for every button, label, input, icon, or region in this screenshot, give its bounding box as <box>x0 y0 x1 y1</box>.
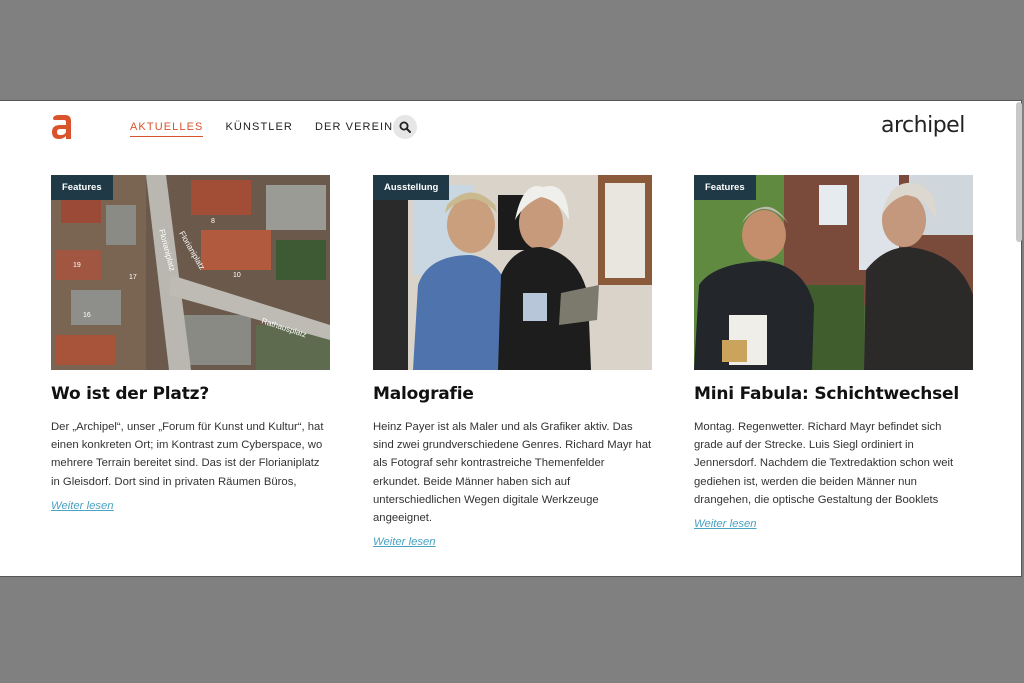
read-more-link[interactable]: Weiter lesen <box>694 518 757 530</box>
article-list: Florianiplatz Florianiplatz Rathausplatz… <box>51 175 973 565</box>
main-nav: AKTUELLES KÜNSTLER DER VEREIN <box>130 121 415 137</box>
scrollbar[interactable] <box>1016 102 1022 242</box>
svg-text:17: 17 <box>129 274 137 281</box>
search-icon <box>399 121 411 133</box>
website-frame: AKTUELLES KÜNSTLER DER VEREIN archipel F… <box>0 100 1022 577</box>
svg-text:archipel: archipel <box>881 113 965 138</box>
article-image[interactable]: Features <box>694 175 973 370</box>
article-card: Ausstellung Malografie Heinz Payer ist a… <box>373 175 652 550</box>
logo-icon[interactable] <box>50 113 74 141</box>
nav-item-kuenstler[interactable]: KÜNSTLER <box>225 121 292 137</box>
category-badge[interactable]: Features <box>694 175 756 200</box>
nav-item-aktuelles[interactable]: AKTUELLES <box>130 121 204 137</box>
svg-text:8: 8 <box>211 218 215 225</box>
article-image[interactable]: Ausstellung <box>373 175 652 370</box>
search-button[interactable] <box>393 115 417 139</box>
article-excerpt: Heinz Payer ist als Maler und als Grafik… <box>373 421 652 525</box>
site-header: AKTUELLES KÜNSTLER DER VEREIN archipel <box>0 101 1021 161</box>
article-title[interactable]: Wo ist der Platz? <box>51 384 330 404</box>
article-card: Florianiplatz Florianiplatz Rathausplatz… <box>51 175 330 514</box>
brand-logo[interactable]: archipel <box>881 113 971 146</box>
svg-text:10: 10 <box>233 272 241 279</box>
read-more-link[interactable]: Weiter lesen <box>373 536 436 548</box>
svg-text:16: 16 <box>83 312 91 319</box>
article-title[interactable]: Mini Fabula: Schichtwechsel <box>694 384 973 404</box>
read-more-link[interactable]: Weiter lesen <box>51 500 114 512</box>
article-image[interactable]: Florianiplatz Florianiplatz Rathausplatz… <box>51 175 330 370</box>
svg-text:19: 19 <box>73 262 81 269</box>
article-excerpt: Montag. Regenwetter. Richard Mayr befind… <box>694 421 954 506</box>
article-title[interactable]: Malografie <box>373 384 652 404</box>
aerial-map-photo: Florianiplatz Florianiplatz Rathausplatz… <box>51 175 330 370</box>
nav-item-der-verein[interactable]: DER VEREIN <box>315 121 393 137</box>
category-badge[interactable]: Ausstellung <box>373 175 450 200</box>
article-card: Features Mini Fabula: Schichtwechsel Mon… <box>694 175 973 532</box>
two-men-in-gallery-photo <box>373 175 652 370</box>
article-excerpt: Der „Archipel“, unser „Forum für Kunst u… <box>51 421 324 488</box>
two-men-outdoors-photo <box>694 175 973 370</box>
category-badge[interactable]: Features <box>51 175 113 200</box>
